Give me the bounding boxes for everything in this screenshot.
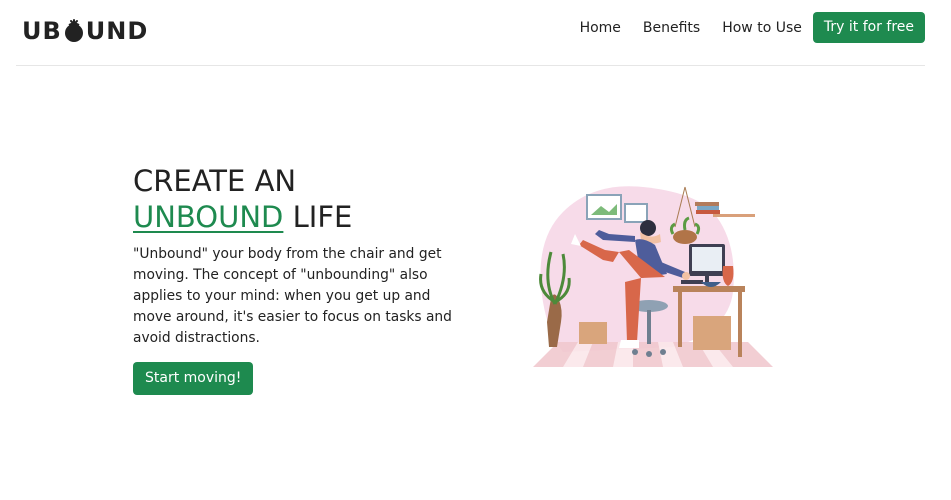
nav-link-home[interactable]: Home — [580, 13, 621, 43]
hero-description: "Unbound" your body from the chair and g… — [133, 246, 452, 346]
top-navbar: UB UND Home Benefits How to Use Try it f… — [16, 0, 925, 66]
nav-link-how-to-use[interactable]: How to Use — [722, 13, 802, 43]
nav-links: Home Benefits How to Use Try it for free — [580, 12, 925, 43]
hero-section: CREATE AN UNBOUND LIFE "Unbound" your bo… — [133, 163, 473, 395]
brand-name-right: UND — [85, 17, 149, 45]
brand-name-left: UB — [22, 17, 62, 45]
hero-title: CREATE AN UNBOUND LIFE — [133, 163, 473, 235]
nav-link-benefits[interactable]: Benefits — [643, 13, 700, 43]
hero-title-rest: LIFE — [283, 200, 353, 234]
hero-title-line1: CREATE AN — [133, 164, 297, 198]
brand-logo[interactable]: UB UND — [22, 17, 148, 45]
hero-title-accent: UNBOUND — [133, 200, 284, 234]
start-moving-button[interactable]: Start moving! — [133, 362, 254, 395]
tomato-o-icon — [64, 19, 83, 42]
try-free-button[interactable]: Try it for free — [812, 12, 925, 43]
woman-stretching-at-desk-illustration — [533, 186, 773, 367]
